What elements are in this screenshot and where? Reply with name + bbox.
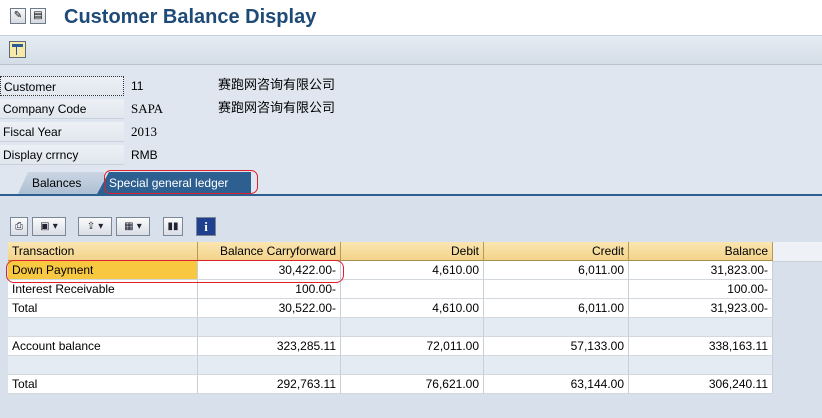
balance-cell[interactable]: 31,923.00- [629,299,773,318]
tab-balances[interactable]: Balances [18,172,104,194]
field-label: Company Code [0,99,124,119]
column-header-balance-carryforward[interactable]: Balance Carryforward [198,242,341,261]
debit-cell [341,356,484,375]
balance-cell[interactable]: 306,240.11 [629,375,773,394]
column-header-transaction[interactable]: Transaction [8,242,198,261]
table-row[interactable]: Account balance 323,285.11 72,011.00 57,… [8,337,822,356]
transaction-cell[interactable]: Total [8,375,198,394]
credit-cell [484,356,629,375]
display-change-icon[interactable]: ✎ [10,8,26,24]
balance-carryforward-cell[interactable]: 30,522.00- [198,299,341,318]
balance-cell[interactable]: 100.00- [629,280,773,299]
print-preview-icon[interactable]: ▣ ▾ [32,217,66,236]
table-row [8,356,822,375]
credit-cell[interactable]: 6,011.00 [484,261,629,280]
field-label: Display crrncy [0,145,124,165]
print-icon[interactable]: ⎙ [10,217,28,236]
debit-cell [341,318,484,337]
table-row[interactable]: Total 292,763.11 76,621.00 63,144.00 306… [8,375,822,394]
table-row [8,318,822,337]
balance-carryforward-cell [198,318,341,337]
balance-carryforward-cell[interactable]: 323,285.11 [198,337,341,356]
export-icon[interactable]: ⇪ ▾ [78,217,112,236]
field-row-fiscal-year: Fiscal Year 2013 [0,122,822,144]
field-label: Customer [0,76,124,96]
balance-carryforward-cell [198,356,341,375]
credit-cell[interactable]: 6,011.00 [484,299,629,318]
transaction-cell [8,318,198,337]
field-value: 11 [131,79,144,93]
balance-carryforward-cell[interactable]: 292,763.11 [198,375,341,394]
field-row-customer: Customer 11 赛跑网咨询有限公司 [0,76,822,98]
application-toolbar [0,36,822,65]
tab-content: ⎙ ▣ ▾ ⇪ ▾ ▦ ▾ ▮▮ i Transaction Balance C… [0,196,822,418]
field-value: 2013 [131,124,157,139]
column-header-credit[interactable]: Credit [484,242,629,261]
transaction-cell[interactable]: Total [8,299,198,318]
field-description: 赛跑网咨询有限公司 [218,78,336,93]
credit-cell[interactable] [484,280,629,299]
debit-cell[interactable]: 72,011.00 [341,337,484,356]
annotation-highlight-row [6,260,344,283]
layout-icon[interactable] [9,41,26,58]
column-layout-icon[interactable]: ▦ ▾ [116,217,150,236]
balance-cell [629,356,773,375]
header-filler [773,242,822,262]
field-description: 赛跑网咨询有限公司 [218,101,336,116]
balance-cell [629,318,773,337]
debit-cell[interactable] [341,280,484,299]
field-label: Fiscal Year [0,122,124,142]
table-header-row: Transaction Balance Carryforward Debit C… [8,242,822,262]
credit-cell[interactable]: 57,133.00 [484,337,629,356]
title-bar: ✎ ▤ Customer Balance Display [0,0,822,36]
transaction-cell[interactable]: Account balance [8,337,198,356]
debit-cell[interactable]: 76,621.00 [341,375,484,394]
debit-cell[interactable]: 4,610.00 [341,261,484,280]
credit-cell [484,318,629,337]
credit-cell[interactable]: 63,144.00 [484,375,629,394]
balance-cell[interactable]: 31,823.00- [629,261,773,280]
debit-cell[interactable]: 4,610.00 [341,299,484,318]
field-row-display-currency: Display crrncy RMB [0,145,822,167]
annotation-highlight-tab [104,170,258,194]
table-row[interactable]: Total 30,522.00- 4,610.00 6,011.00 31,92… [8,299,822,318]
column-header-balance[interactable]: Balance [629,242,773,261]
column-header-debit[interactable]: Debit [341,242,484,261]
chart-icon[interactable]: ▮▮ [163,217,183,236]
balance-cell[interactable]: 338,163.11 [629,337,773,356]
field-value: RMB [131,148,158,162]
field-value: SAPA [131,101,164,116]
document-icon[interactable]: ▤ [30,8,46,24]
transaction-cell [8,356,198,375]
information-icon[interactable]: i [196,217,216,236]
field-row-company-code: Company Code SAPA 赛跑网咨询有限公司 [0,99,822,121]
window-title: Customer Balance Display [64,6,317,28]
